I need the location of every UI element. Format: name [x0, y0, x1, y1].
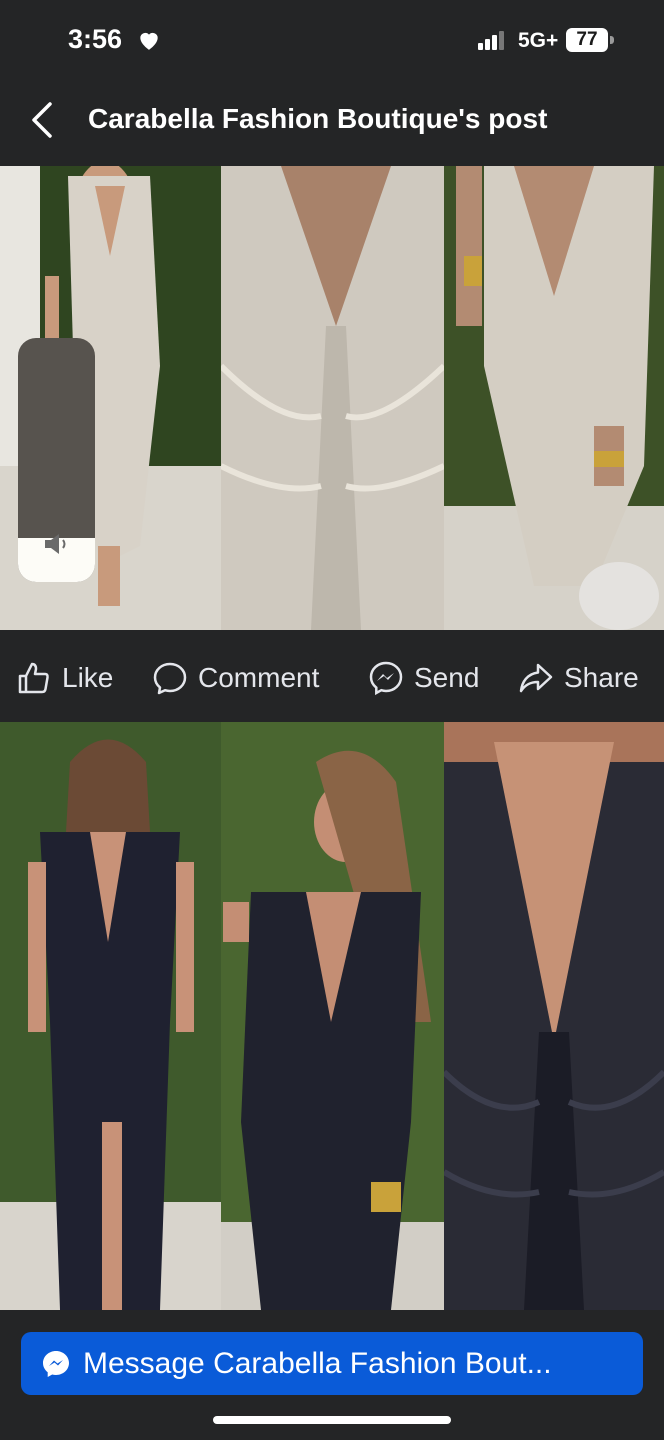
silver-dress-photo-3[interactable] — [444, 166, 664, 630]
comment-bubble-icon — [153, 662, 187, 695]
battery-icon: 77 — [566, 28, 614, 52]
black-dress-photo-2[interactable] — [221, 722, 444, 1310]
post-header: Carabella Fashion Boutique's post — [0, 80, 664, 166]
signal-icon — [478, 31, 504, 50]
like-button[interactable]: Like — [16, 660, 113, 696]
thumbs-up-icon — [18, 662, 49, 694]
like-label: Like — [62, 662, 114, 693]
speaker-icon — [45, 534, 66, 554]
page-title: Carabella Fashion Boutique's post — [88, 103, 548, 134]
comment-label: Comment — [198, 662, 320, 693]
heart-icon — [140, 32, 158, 50]
status-time: 3:56 — [68, 24, 123, 54]
bottom-cta-area: Message Carabella Fashion Bout... — [0, 1310, 664, 1440]
network-type: 5G+ — [518, 29, 559, 52]
share-arrow-icon — [519, 663, 553, 693]
comment-button[interactable]: Comment — [152, 660, 319, 696]
send-button[interactable]: Send — [368, 660, 479, 696]
share-label: Share — [564, 662, 639, 693]
silver-dress-photo-2[interactable] — [221, 166, 444, 630]
message-page-button[interactable]: Message Carabella Fashion Bout... — [21, 1332, 643, 1395]
share-button[interactable]: Share — [518, 660, 639, 696]
back-chevron-icon[interactable] — [22, 98, 62, 142]
status-bar: 3:56 5G+ 77 — [0, 0, 664, 80]
send-label: Send — [414, 662, 480, 693]
black-dress-photo-3[interactable] — [444, 722, 664, 1310]
black-dress-photo-1[interactable] — [0, 722, 221, 1310]
messenger-icon — [43, 1350, 69, 1377]
battery-level: 77 — [576, 29, 598, 50]
home-indicator — [213, 1416, 451, 1424]
photo-row-black — [0, 722, 664, 1310]
post-action-bar: Like Comment Send Share — [0, 630, 664, 722]
messenger-icon — [369, 661, 403, 696]
photo-row-silver — [0, 166, 664, 630]
message-button-label: Message Carabella Fashion Bout... — [83, 1346, 552, 1380]
